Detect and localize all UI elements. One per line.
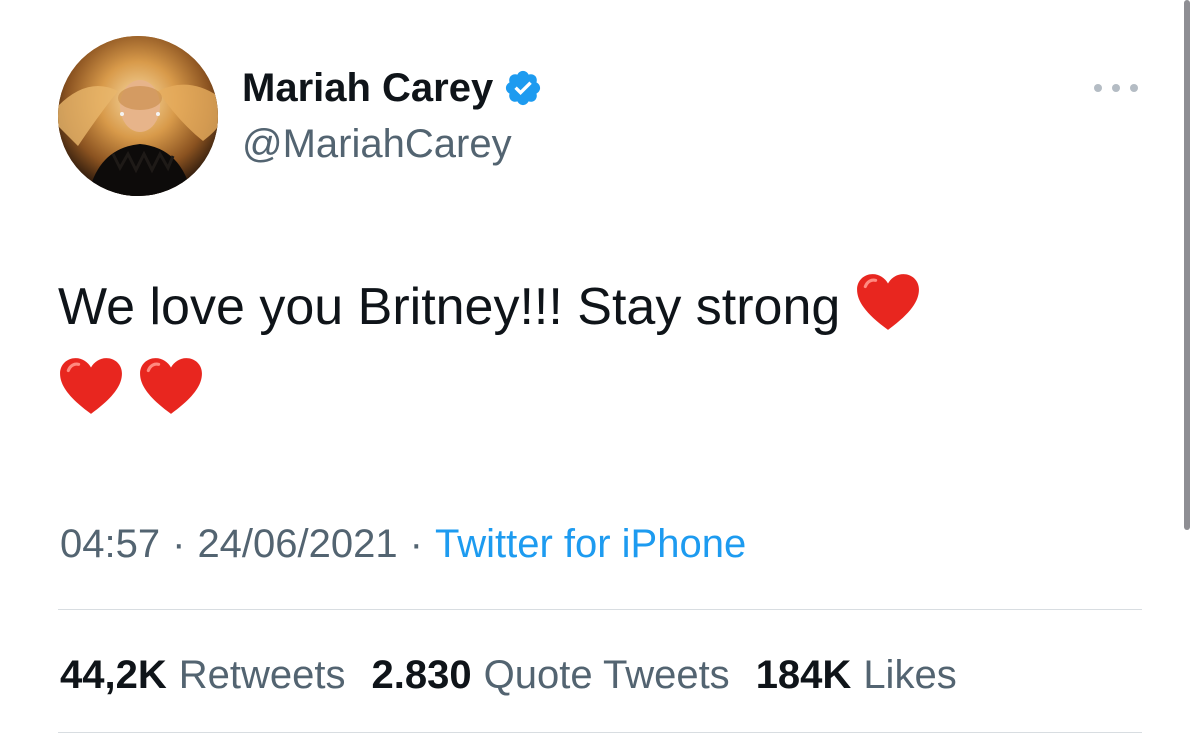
heart-row <box>58 356 1118 416</box>
tweet-meta: 04:57 · 24/06/2021 · Twitter for iPhone <box>60 516 746 572</box>
user-handle[interactable]: @MariahCarey <box>242 118 512 170</box>
red-heart-icon <box>58 356 124 416</box>
verified-badge-icon <box>503 68 543 108</box>
avatar-image <box>58 36 218 196</box>
more-options-icon[interactable] <box>1094 76 1138 100</box>
tweet-time[interactable]: 04:57 <box>60 522 160 566</box>
meta-separator: · <box>409 522 423 566</box>
retweets-stat[interactable]: 44,2K Retweets <box>60 648 346 702</box>
quote-tweets-count: 2.830 <box>371 653 472 697</box>
retweets-label: Retweets <box>178 653 346 697</box>
quote-tweets-label: Quote Tweets <box>483 653 730 697</box>
likes-label: Likes <box>863 653 957 697</box>
quote-tweets-stat[interactable]: 2.830 Quote Tweets <box>372 648 730 702</box>
divider <box>58 732 1142 733</box>
red-heart-icon <box>855 272 921 332</box>
divider <box>58 609 1142 610</box>
display-name-row: Mariah Carey <box>242 62 543 114</box>
source-link[interactable]: Twitter for iPhone <box>435 522 746 566</box>
avatar[interactable] <box>58 36 218 196</box>
tweet-detail: Mariah Carey @MariahCarey We love you Br… <box>0 0 1200 734</box>
red-heart-icon <box>138 356 204 416</box>
likes-stat[interactable]: 184K Likes <box>756 648 957 702</box>
display-name[interactable]: Mariah Carey <box>242 62 493 114</box>
engagement-stats: 44,2K Retweets 2.830 Quote Tweets 184K L… <box>60 648 957 702</box>
meta-separator: · <box>172 522 186 566</box>
tweet-body: We love you Britney!!! Stay strong <box>58 278 841 336</box>
likes-count: 184K <box>755 653 852 697</box>
retweets-count: 44,2K <box>60 653 167 697</box>
tweet-text: We love you Britney!!! Stay strong <box>58 264 1118 416</box>
scrollbar[interactable] <box>1184 0 1190 530</box>
tweet-date[interactable]: 24/06/2021 <box>197 522 397 566</box>
